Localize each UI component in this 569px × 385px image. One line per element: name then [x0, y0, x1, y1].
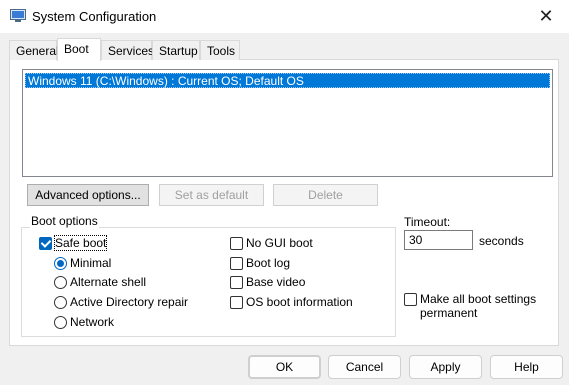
make-permanent-checkbox[interactable]: Make all boot settings permanent — [404, 292, 536, 320]
tab-general[interactable]: General — [9, 40, 59, 60]
delete-button[interactable]: Delete — [273, 184, 378, 206]
checkbox-icon — [230, 256, 243, 270]
set-as-default-button[interactable]: Set as default — [159, 184, 264, 206]
tab-tools[interactable]: Tools — [200, 40, 240, 60]
tab-startup[interactable]: Startup — [152, 40, 200, 60]
boot-log-checkbox[interactable]: Boot log — [230, 255, 290, 271]
radio-icon — [54, 275, 67, 289]
timeout-label: Timeout: — [404, 215, 451, 229]
checkbox-checked-icon — [39, 236, 52, 250]
advanced-options-button[interactable]: Advanced options... — [27, 184, 149, 206]
os-list-item[interactable]: Windows 11 (C:\Windows) : Current OS; De… — [25, 73, 550, 88]
radio-icon — [54, 315, 67, 329]
minimal-radio[interactable]: Minimal — [54, 255, 111, 271]
msconfig-icon — [10, 9, 26, 22]
help-button[interactable]: Help — [490, 355, 563, 379]
radio-icon — [54, 295, 67, 309]
system-configuration-window: System Configuration ✕ General Boot Serv… — [0, 0, 569, 385]
make-permanent-label-line2: permanent — [420, 306, 478, 320]
checkbox-icon — [230, 236, 243, 250]
tab-boot[interactable]: Boot — [57, 38, 101, 61]
checkbox-icon — [404, 293, 417, 306]
apply-button[interactable]: Apply — [409, 355, 482, 379]
network-radio[interactable]: Network — [54, 314, 114, 330]
boot-options-label: Boot options — [30, 214, 99, 228]
no-gui-boot-checkbox[interactable]: No GUI boot — [230, 235, 313, 251]
alternate-shell-radio[interactable]: Alternate shell — [54, 274, 146, 290]
title-bar: System Configuration ✕ — [0, 0, 569, 33]
checkbox-icon — [230, 295, 243, 309]
cancel-button[interactable]: Cancel — [328, 355, 401, 379]
safe-boot-checkbox[interactable]: Safe boot — [39, 235, 108, 251]
close-icon: ✕ — [538, 6, 554, 26]
os-boot-information-checkbox[interactable]: OS boot information — [230, 294, 353, 310]
seconds-label: seconds — [479, 234, 524, 248]
ok-button[interactable]: OK — [248, 355, 321, 379]
make-permanent-label-line1: Make all boot settings — [420, 292, 537, 306]
base-video-checkbox[interactable]: Base video — [230, 274, 305, 290]
os-list[interactable]: Windows 11 (C:\Windows) : Current OS; De… — [22, 69, 553, 177]
radio-selected-icon — [54, 256, 67, 270]
checkbox-icon — [230, 275, 243, 289]
window-title: System Configuration — [32, 9, 157, 24]
active-directory-repair-radio[interactable]: Active Directory repair — [54, 294, 188, 310]
close-button[interactable]: ✕ — [523, 0, 569, 33]
tab-services[interactable]: Services — [101, 40, 154, 60]
timeout-input[interactable] — [404, 230, 473, 250]
